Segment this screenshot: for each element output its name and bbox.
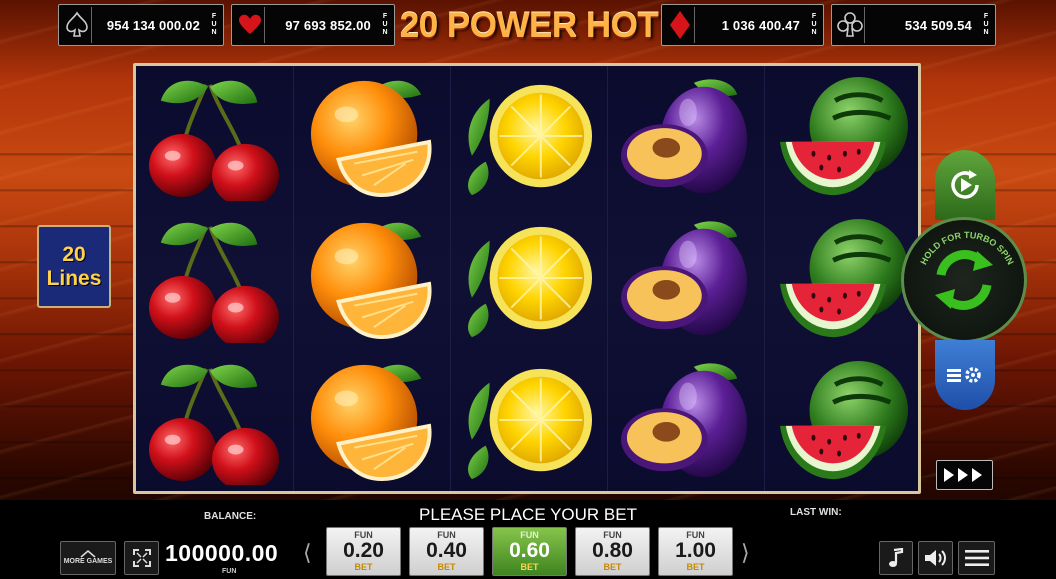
bet-button-1-00[interactable]: FUN 1.00 BET xyxy=(658,527,733,576)
bet-button-0-20[interactable]: FUN 0.20 BET xyxy=(326,527,401,576)
jackpot-value: 534 509.54 xyxy=(904,17,972,33)
cherry-symbol xyxy=(136,66,292,207)
jackpot-club: 534 509.54 FUN xyxy=(831,4,996,46)
autoplay-icon xyxy=(951,170,979,199)
jackpot-value: 1 036 400.47 xyxy=(721,17,800,33)
bet-prev-arrow[interactable]: ⟨ xyxy=(303,540,312,566)
bet-value: 0.80 xyxy=(592,539,633,562)
settings-icon xyxy=(947,367,981,383)
more-games-button[interactable]: MORE GAMES xyxy=(60,541,116,575)
diamond-icon xyxy=(665,7,695,43)
jackpot-currency: FUN xyxy=(382,13,388,36)
lemon-symbol xyxy=(451,208,607,349)
plum-symbol xyxy=(608,208,764,349)
bet-label: BET xyxy=(603,562,622,572)
spade-icon xyxy=(62,7,92,43)
balance-label: BALANCE: xyxy=(204,511,257,522)
reel-2 xyxy=(293,66,449,491)
cherry-symbol xyxy=(136,208,292,349)
lemon-symbol xyxy=(451,350,607,491)
jackpot-diamond: 1 036 400.47 FUN xyxy=(661,4,824,46)
bet-button-0-60[interactable]: FUN 0.60 BET xyxy=(492,527,567,576)
music-button[interactable] xyxy=(879,541,913,575)
bet-button-0-40[interactable]: FUN 0.40 BET xyxy=(409,527,484,576)
plum-symbol xyxy=(608,350,764,491)
reel-1 xyxy=(136,66,292,491)
orange-symbol xyxy=(294,208,450,349)
game-title: 20 POWER HOT xyxy=(399,6,659,45)
more-games-label: MORE GAMES xyxy=(63,558,113,565)
jackpot-currency: FUN xyxy=(983,13,989,36)
fast-forward-button[interactable] xyxy=(936,460,993,490)
hamburger-menu-icon xyxy=(964,550,989,566)
heart-icon xyxy=(235,7,265,43)
settings-button[interactable] xyxy=(935,340,995,410)
reel-5 xyxy=(764,66,920,491)
jackpot-currency: FUN xyxy=(211,13,217,36)
bet-label: BET xyxy=(354,562,373,572)
plum-symbol xyxy=(608,66,764,207)
reel-4 xyxy=(607,66,763,491)
bet-label: BET xyxy=(520,562,539,572)
bet-next-arrow[interactable]: ⟩ xyxy=(741,540,750,566)
club-icon xyxy=(835,7,865,43)
bet-value: 0.20 xyxy=(343,539,384,562)
status-message: PLEASE PLACE YOUR BET xyxy=(419,505,637,524)
bet-button-0-80[interactable]: FUN 0.80 BET xyxy=(575,527,650,576)
bet-value: 1.00 xyxy=(675,539,716,562)
spin-button[interactable]: HOLD FOR TURBO SPIN xyxy=(901,217,1027,343)
jackpot-value: 97 693 852.00 xyxy=(285,17,371,33)
last-win-label: LAST WIN: xyxy=(790,507,842,518)
orange-symbol xyxy=(294,350,450,491)
watermelon-symbol xyxy=(765,66,921,207)
bet-value: 0.60 xyxy=(509,539,550,562)
speaker-icon xyxy=(924,550,946,566)
lines-label: Lines xyxy=(46,266,102,290)
balance-value: 100000.00 xyxy=(165,540,279,566)
menu-button[interactable] xyxy=(958,541,995,575)
home-icon xyxy=(80,550,96,558)
lines-indicator: 20 Lines xyxy=(37,225,111,308)
lemon-symbol xyxy=(451,66,607,207)
reel-3 xyxy=(450,66,606,491)
jackpot-heart: 97 693 852.00 FUN xyxy=(231,4,395,46)
fast-forward-icon xyxy=(943,468,982,482)
bet-value: 0.40 xyxy=(426,539,467,562)
sound-button[interactable] xyxy=(918,541,953,575)
cherry-symbol xyxy=(136,350,292,491)
fullscreen-icon xyxy=(132,549,151,567)
balance-currency: FUN xyxy=(222,568,237,575)
music-note-icon xyxy=(889,548,904,567)
jackpot-currency: FUN xyxy=(811,13,817,36)
orange-symbol xyxy=(294,66,450,207)
jackpot-value: 954 134 000.02 xyxy=(106,17,200,33)
watermelon-symbol xyxy=(765,350,921,491)
reel-area xyxy=(133,63,921,494)
bet-label: BET xyxy=(686,562,705,572)
fullscreen-button[interactable] xyxy=(124,541,159,575)
lines-count: 20 xyxy=(62,242,86,266)
bet-label: BET xyxy=(437,562,456,572)
watermelon-symbol xyxy=(765,208,921,349)
spin-arrows-icon xyxy=(935,250,993,310)
autoplay-button[interactable] xyxy=(935,150,995,220)
jackpot-spade: 954 134 000.02 FUN xyxy=(58,4,224,46)
